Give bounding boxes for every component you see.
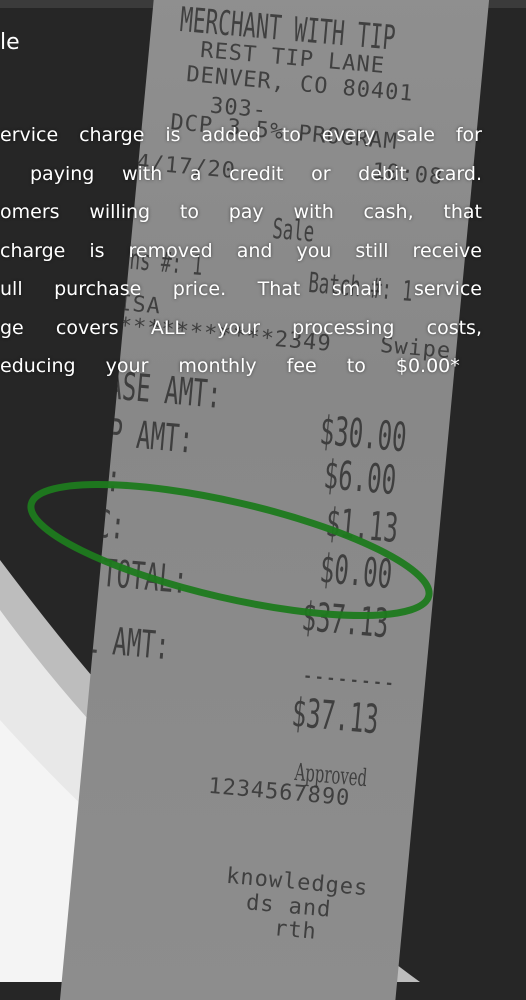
paragraph-line: paying with a credit or debit card. — [30, 162, 482, 185]
paragraph-line: charge is removed and you still receive — [0, 239, 482, 262]
description-paragraph: ervice charge is added to every sale for… — [0, 116, 482, 386]
paragraph-line: educing your monthly fee to $0.00* — [0, 355, 460, 377]
paragraph-line: omers willing to pay with cash, that — [0, 201, 482, 223]
section-title: le — [0, 30, 20, 55]
paragraph-line: ervice charge is added to every sale for — [0, 124, 482, 146]
paragraph-line: ge covers ALL your processing costs, — [0, 316, 482, 339]
paragraph-line: ull purchase price. That small service — [0, 278, 482, 300]
